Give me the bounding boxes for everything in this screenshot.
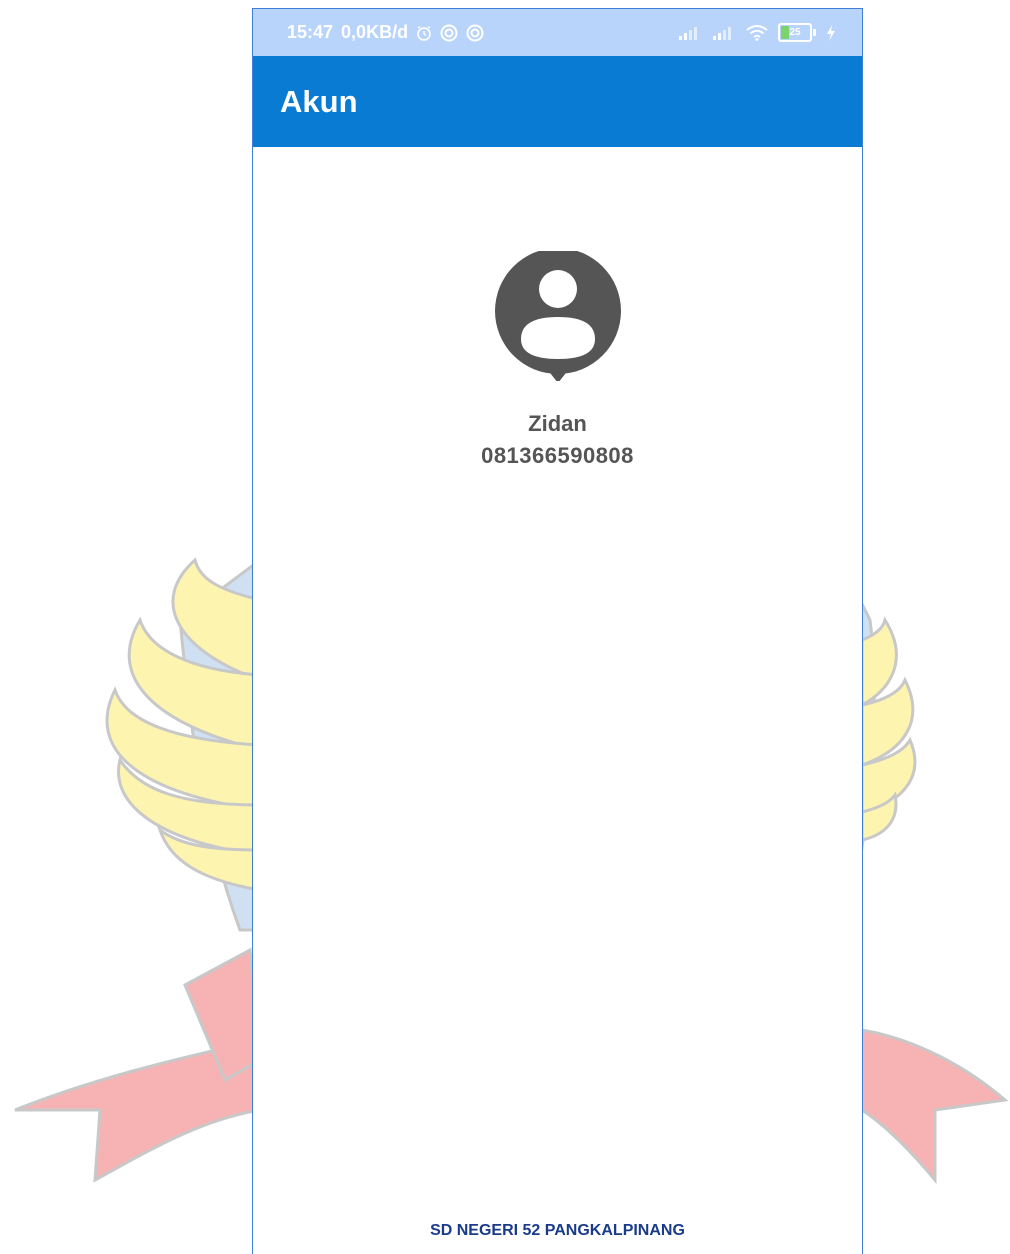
wifi-icon	[746, 24, 768, 41]
battery-level: 25	[789, 27, 801, 38]
charging-icon	[826, 24, 836, 41]
phone-screen: 15:47 0,0KB/d 25 Akun Zidan 081366590808…	[252, 8, 863, 1254]
app-bar: Akun	[253, 56, 862, 147]
status-bar: 15:47 0,0KB/d 25	[253, 9, 862, 56]
page-title: Akun	[280, 83, 358, 119]
status-net-speed: 0,0KB/d	[341, 22, 409, 42]
battery-fill	[781, 26, 789, 39]
alarm-icon	[416, 25, 432, 41]
battery-icon: 25	[778, 23, 816, 42]
footer-school-name: SD NEGERI 52 PANGKALPINANG	[430, 1222, 685, 1239]
profile-section: Zidan 081366590808	[253, 147, 862, 469]
signal-icon	[678, 26, 702, 40]
user-phone: 081366590808	[481, 443, 634, 468]
signal-icon	[712, 26, 736, 40]
sync-icon	[466, 24, 484, 42]
sync-icon	[440, 24, 458, 42]
user-name: Zidan	[528, 411, 587, 436]
account-circle-icon[interactable]	[493, 251, 623, 381]
status-time: 15:47	[287, 22, 334, 42]
